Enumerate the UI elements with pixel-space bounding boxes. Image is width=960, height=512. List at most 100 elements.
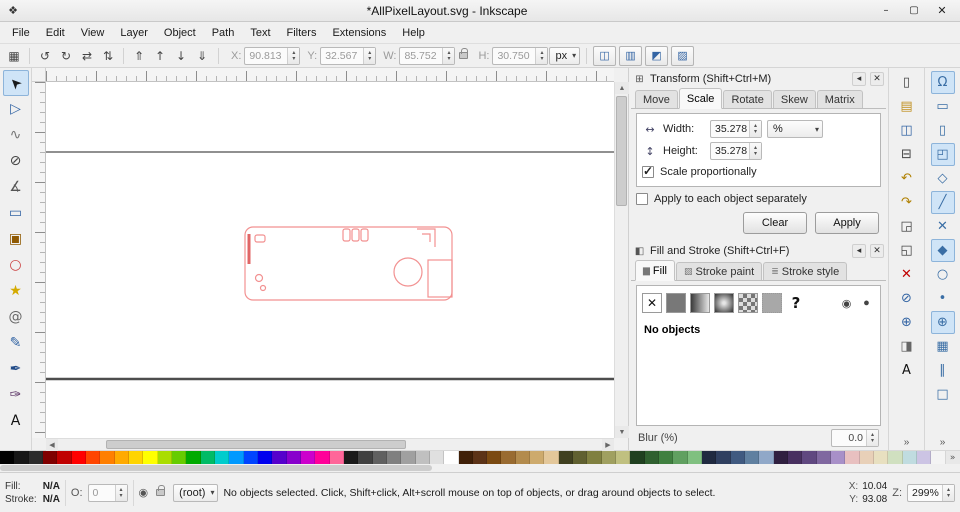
rotate-cw-button[interactable]: ↻ (56, 46, 76, 66)
flip-vertical-button[interactable]: ⇅ (98, 46, 118, 66)
palette-swatch[interactable] (773, 451, 789, 465)
layer-dropdown[interactable]: (root) (173, 483, 219, 502)
palette-swatch[interactable] (902, 451, 917, 465)
layer-visibility-icon[interactable]: ◉ (139, 486, 149, 499)
palette-swatch[interactable] (143, 451, 158, 465)
palette-swatch[interactable] (272, 451, 287, 465)
tab-matrix[interactable]: Matrix (816, 90, 863, 108)
snap-cusp-nodes-icon[interactable]: ◆ (930, 239, 955, 262)
paint-none-button[interactable]: ✕ (642, 293, 662, 313)
palette-swatch[interactable] (616, 451, 631, 465)
menu-help[interactable]: Help (394, 24, 433, 42)
scale-proportionally-checkbox[interactable] (642, 164, 654, 178)
tool-rectangle[interactable]: ▭ (3, 200, 29, 226)
vertical-ruler[interactable] (32, 82, 46, 438)
close-button[interactable]: ✕ (929, 2, 955, 19)
palette-swatch[interactable] (659, 451, 674, 465)
raise-button[interactable]: ↑ (150, 46, 170, 66)
palette-swatch[interactable] (329, 451, 344, 465)
print-icon[interactable]: ⊟ (895, 143, 919, 166)
palette-swatch[interactable] (544, 451, 559, 465)
palette-scrollbar[interactable] (0, 464, 960, 472)
palette-swatch[interactable] (730, 451, 746, 465)
flip-horizontal-button[interactable]: ⇄ (77, 46, 97, 66)
palette-swatch[interactable] (673, 451, 688, 465)
palette-swatch[interactable] (630, 451, 645, 465)
tab-move[interactable]: Move (635, 90, 678, 108)
tab-scale[interactable]: Scale (678, 88, 723, 109)
rotate-ccw-button[interactable]: ↺ (35, 46, 55, 66)
palette-swatch[interactable] (128, 451, 144, 465)
lower-button[interactable]: ↓ (171, 46, 191, 66)
menu-object[interactable]: Object (156, 24, 204, 42)
paint-swatch-button[interactable] (762, 293, 782, 313)
palette-swatch[interactable] (100, 451, 115, 465)
tab-stroke-paint[interactable]: ▨ Stroke paint (675, 262, 763, 280)
palette-swatch[interactable] (874, 451, 889, 465)
opacity-input[interactable]: 0 (87, 483, 128, 502)
menu-text[interactable]: Text (242, 24, 278, 42)
fill-rule-evenodd-button[interactable]: ◉ (838, 295, 855, 312)
tool-zoom[interactable]: ⊘ (3, 148, 29, 174)
scale-height-spinner[interactable] (749, 143, 761, 159)
tool-3dbox[interactable]: ▣ (3, 226, 29, 252)
fill-stroke-dialog-icon[interactable]: ◨ (895, 335, 919, 358)
paint-pattern-button[interactable] (738, 293, 758, 313)
tool-bezier-pen[interactable]: ✒ (3, 356, 29, 382)
paint-unknown-button[interactable]: ? (786, 293, 806, 313)
height-input[interactable]: 30.750 (492, 46, 549, 65)
palette-swatch[interactable] (200, 451, 215, 465)
tool-ellipse[interactable]: ○ (3, 252, 29, 278)
paint-flat-button[interactable] (666, 293, 686, 313)
palette-swatch[interactable] (444, 451, 459, 465)
menu-filters[interactable]: Filters (279, 24, 325, 42)
fill-stroke-indicator[interactable]: Fill: N/A Stroke: N/A (5, 480, 60, 506)
raise-to-top-button[interactable]: ⇑ (129, 46, 149, 66)
y-input[interactable]: 32.567 (320, 46, 377, 65)
palette-swatch[interactable] (386, 451, 402, 465)
menu-extensions[interactable]: Extensions (324, 24, 394, 42)
tool-pencil[interactable]: ✎ (3, 330, 29, 356)
open-folder-icon[interactable]: ▤ (895, 95, 919, 118)
palette-swatch[interactable] (917, 451, 932, 465)
scroll-down-button[interactable]: ▼ (615, 426, 629, 438)
palette-swatch[interactable] (243, 451, 258, 465)
y-spinner[interactable] (363, 47, 376, 64)
palette-scroll-thumb[interactable] (0, 465, 432, 472)
palette-swatch[interactable] (0, 451, 15, 465)
horizontal-scrollbar[interactable]: ◀ ▶ (46, 438, 614, 451)
save-icon[interactable]: ◫ (895, 119, 919, 142)
toolbar-separator[interactable] (29, 47, 30, 64)
tab-fill[interactable]: ▆ Fill (635, 260, 675, 281)
menu-file[interactable]: File (4, 24, 38, 42)
palette-swatch[interactable] (816, 451, 832, 465)
palette-swatch[interactable] (759, 451, 774, 465)
toolbar-separator[interactable] (123, 47, 124, 64)
palette-swatch[interactable] (702, 451, 717, 465)
menu-path[interactable]: Path (204, 24, 243, 42)
snap-paths-icon[interactable]: ╱ (930, 191, 955, 214)
palette-swatch[interactable] (71, 451, 86, 465)
palette-swatch[interactable] (171, 451, 187, 465)
minimize-button[interactable]: – (873, 2, 899, 19)
palette-swatch[interactable] (229, 451, 244, 465)
tool-selector[interactable]: ➤ (2, 70, 29, 96)
palette-swatch[interactable] (343, 451, 359, 465)
new-document-icon[interactable]: ▯ (895, 71, 919, 94)
tab-stroke-style[interactable]: ≣ Stroke style (763, 262, 848, 280)
zoom-input[interactable]: 299% (907, 483, 955, 502)
copy-icon[interactable]: ◲ (895, 215, 919, 238)
palette-swatch[interactable] (716, 451, 731, 465)
snap-overflow-button[interactable]: » (940, 437, 946, 448)
blur-input[interactable]: 0.0 (831, 429, 879, 447)
clear-button[interactable]: Clear (743, 212, 807, 234)
snap-midpoints-icon[interactable]: • (931, 287, 955, 310)
palette-swatch[interactable] (515, 451, 531, 465)
panel-collapse-button[interactable]: ◂ (852, 244, 866, 258)
palette-swatch[interactable] (42, 451, 58, 465)
apply-button[interactable]: Apply (815, 212, 879, 234)
zoom-page-icon[interactable]: ⊕ (895, 311, 919, 334)
snap-guides-icon[interactable]: ∥ (931, 359, 955, 382)
transform-stroke-toggle[interactable]: ◫ (593, 45, 617, 66)
palette-swatch[interactable] (214, 451, 230, 465)
